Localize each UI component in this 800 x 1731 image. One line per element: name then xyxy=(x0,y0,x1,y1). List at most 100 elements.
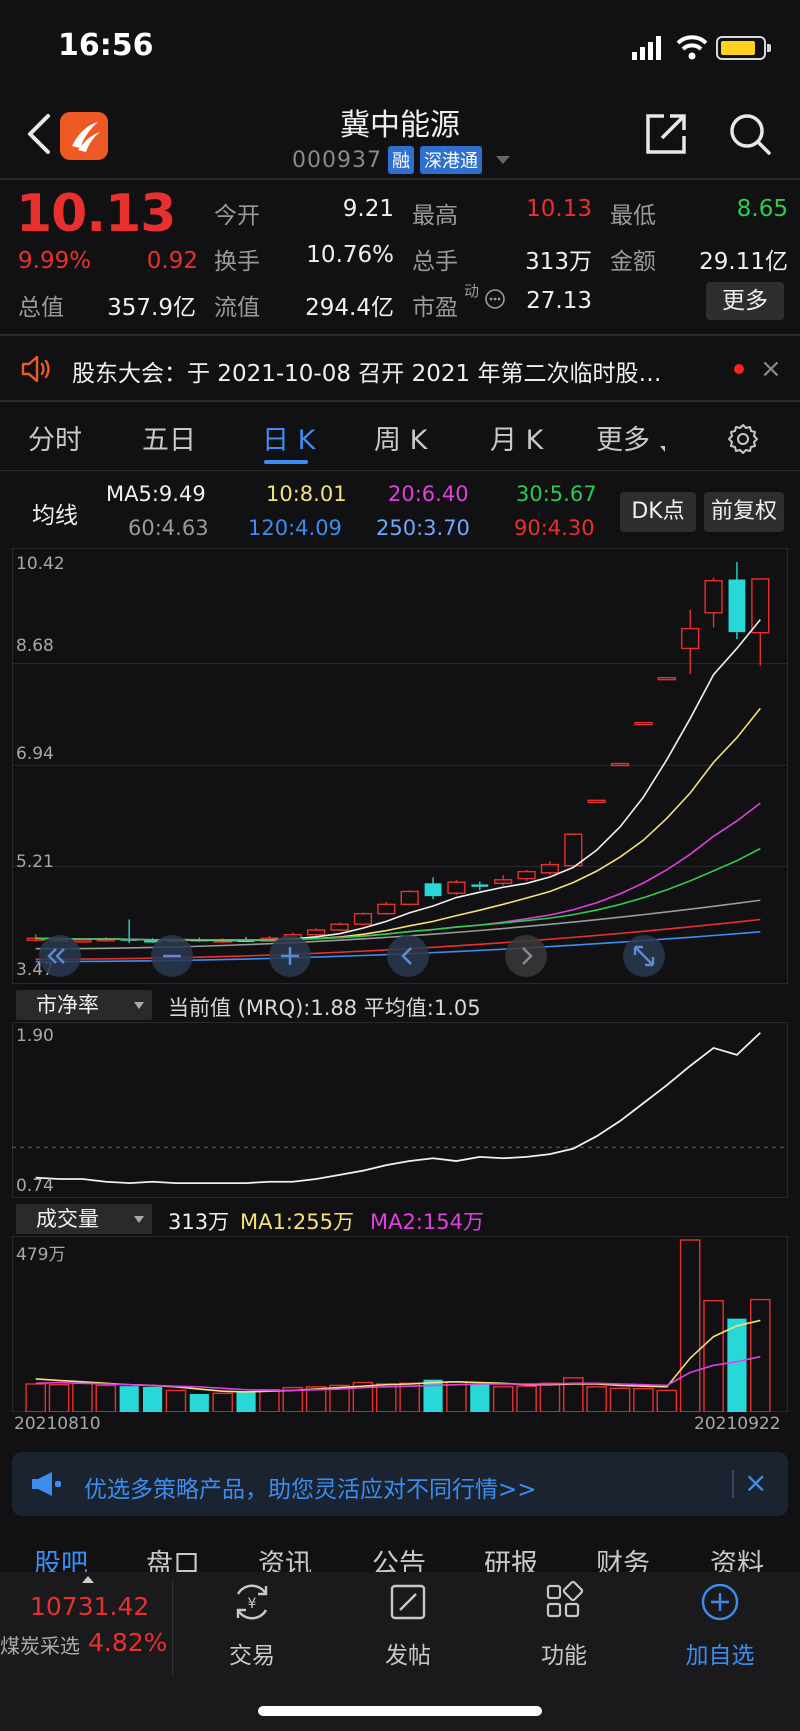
sector-name: 煤炭采选 xyxy=(0,1634,80,1658)
nav-post[interactable]: 发帖 xyxy=(348,1580,468,1670)
notice-close-icon[interactable]: × xyxy=(760,354,782,384)
ma10-value: 10:8.01 xyxy=(266,482,347,506)
zoom-out-icon[interactable] xyxy=(150,934,194,978)
home-indicator xyxy=(258,1706,542,1716)
candle-body xyxy=(564,833,583,867)
volume-bar xyxy=(446,1381,467,1412)
zoom-in-icon[interactable] xyxy=(268,934,312,978)
kline-chart[interactable] xyxy=(12,548,788,984)
candle-body xyxy=(728,579,746,633)
candle-body xyxy=(634,721,653,726)
stock-code-row[interactable]: 000937 融 深港通 xyxy=(292,146,510,174)
share-icon[interactable] xyxy=(644,110,690,156)
float-value-label: 流值 xyxy=(214,295,260,321)
volume-bar xyxy=(539,1382,561,1412)
promo-text[interactable]: 优选多策略产品，助您灵活应对不同行情>> xyxy=(84,1470,537,1504)
svg-text:¥: ¥ xyxy=(248,1596,257,1612)
caret-down-icon xyxy=(134,1002,144,1009)
adjust-button[interactable]: 前复权 xyxy=(704,492,784,532)
volume-bar xyxy=(95,1384,117,1412)
kline-axis-2: 8.68 xyxy=(16,636,54,656)
ma-title[interactable]: 均线 xyxy=(32,496,78,530)
tab-five-day[interactable]: 五日 xyxy=(142,418,196,457)
more-button[interactable]: 更多 xyxy=(706,282,784,320)
connect-tag: 深港通 xyxy=(419,146,482,174)
nav-trade-label: 交易 xyxy=(229,1643,275,1669)
volume-bar xyxy=(48,1384,70,1412)
candle-body xyxy=(610,762,630,767)
ma60-value: 60:4.63 xyxy=(128,516,209,540)
candle-body xyxy=(704,579,723,614)
high-value: 10.13 xyxy=(526,196,592,222)
open-value: 9.21 xyxy=(342,196,394,222)
change-amount: 0.92 xyxy=(146,248,198,274)
ma-line xyxy=(35,619,761,942)
nav-add-watchlist[interactable]: 加自选 xyxy=(660,1580,780,1670)
search-icon[interactable] xyxy=(728,112,772,156)
ma250-value: 250:3.70 xyxy=(376,516,470,540)
total-value: 357.9亿 xyxy=(107,295,196,321)
promo-close-icon[interactable]: × xyxy=(744,1466,767,1499)
open-label: 今开 xyxy=(214,203,260,229)
amount-value: 29.11亿 xyxy=(699,249,788,275)
date-start: 20210810 xyxy=(14,1414,101,1434)
volume-bar xyxy=(750,1298,771,1412)
pe-label: 市盈 xyxy=(412,295,458,321)
gear-icon[interactable] xyxy=(726,422,760,456)
grid-icon xyxy=(546,1580,584,1618)
turnover-value: 10.76% xyxy=(306,242,394,268)
volume-ma1: MA1:255万 xyxy=(240,1210,355,1234)
pb-select-label: 市净率 xyxy=(36,993,99,1017)
tab-monthly-k[interactable]: 月 K xyxy=(490,418,543,457)
volume-indicator-select[interactable]: 成交量 xyxy=(16,1204,152,1234)
scroll-right-icon[interactable] xyxy=(504,934,548,978)
pb-chart[interactable] xyxy=(12,1022,788,1198)
volume-bar xyxy=(633,1387,654,1412)
nav-post-label: 发帖 xyxy=(385,1643,431,1669)
expand-up-icon[interactable] xyxy=(82,1576,94,1583)
tab-daily-k[interactable]: 日 K xyxy=(262,418,315,457)
volume-select-label: 成交量 xyxy=(36,1207,99,1231)
ma-line xyxy=(35,707,761,941)
dk-point-button[interactable]: DK点 xyxy=(620,492,696,532)
kline-axis-4: 5.21 xyxy=(16,852,54,872)
volume-bar xyxy=(586,1386,607,1412)
date-end: 20210922 xyxy=(694,1414,781,1434)
notice-text[interactable]: 股东大会：于 2021-10-08 召开 2021 年第二次临时股… xyxy=(72,354,661,388)
volume-bar xyxy=(142,1386,163,1412)
wifi-icon xyxy=(676,35,708,60)
volume-bar xyxy=(516,1385,537,1412)
tab-weekly-k[interactable]: 周 K xyxy=(374,418,427,457)
kline-axis-3: 6.94 xyxy=(16,744,54,764)
candle-body xyxy=(540,863,560,874)
trade-icon: ¥ xyxy=(236,1584,268,1620)
ma-line xyxy=(35,802,761,941)
scroll-left-end-icon[interactable] xyxy=(38,934,82,978)
tab-more[interactable]: 更多 xyxy=(596,418,650,457)
candle-body xyxy=(400,890,419,906)
pb-indicator-select[interactable]: 市净率 xyxy=(16,990,152,1020)
candle-body xyxy=(353,912,373,925)
scroll-left-icon[interactable] xyxy=(386,934,430,978)
candle-body xyxy=(751,578,770,634)
volume-bar xyxy=(376,1383,397,1412)
volume-bar xyxy=(609,1387,631,1412)
ma30-value: 30:5.67 xyxy=(516,482,597,506)
fullscreen-icon[interactable] xyxy=(622,934,666,978)
promo-divider xyxy=(732,1470,734,1498)
nav-trade[interactable]: ¥ 交易 xyxy=(192,1580,312,1670)
volume-chart[interactable] xyxy=(12,1236,788,1412)
volume-ma2-line xyxy=(35,1355,761,1392)
volume-bar xyxy=(165,1389,187,1412)
volume-bar xyxy=(236,1391,256,1412)
current-price: 10.13 xyxy=(16,184,176,244)
nav-functions[interactable]: 功能 xyxy=(504,1580,624,1670)
ma-line xyxy=(35,847,761,941)
caret-down-icon xyxy=(495,156,510,164)
candle-body xyxy=(330,923,349,931)
tab-intraday[interactable]: 分时 xyxy=(28,418,82,457)
candle-body xyxy=(447,881,466,894)
volume-bar xyxy=(72,1382,93,1412)
nav-divider xyxy=(172,1580,173,1676)
sector-index-value[interactable]: 10731.42 xyxy=(30,1592,149,1621)
